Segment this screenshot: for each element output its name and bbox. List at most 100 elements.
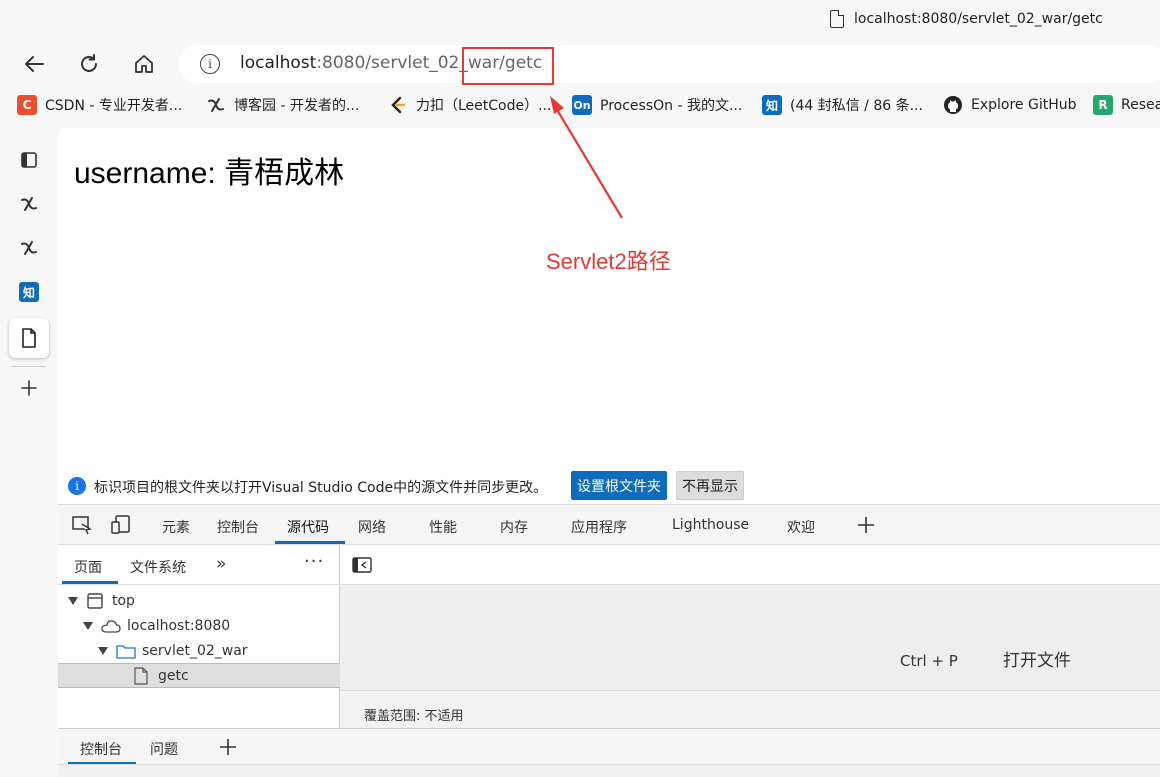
back-button[interactable] bbox=[16, 46, 52, 82]
tab-elements[interactable]: 元素 bbox=[162, 517, 190, 537]
tree-item-top[interactable]: top bbox=[58, 588, 340, 613]
devtools-panel: i 标识项目的根文件夹以打开Visual Studio Code中的源文件并同步… bbox=[58, 468, 1160, 777]
address-bar[interactable]: i localhost:8080/servlet_02_war/getc bbox=[178, 45, 1160, 83]
inspect-element-icon[interactable] bbox=[71, 515, 93, 535]
tab-lighthouse[interactable]: Lighthouse bbox=[672, 517, 749, 533]
toggle-navigator-icon[interactable] bbox=[352, 557, 372, 573]
bookmark-label: 力扣（LeetCode）... bbox=[416, 98, 552, 114]
bookmark-label: CSDN - 专业开发者... bbox=[45, 98, 183, 114]
tab-performance[interactable]: 性能 bbox=[429, 517, 457, 537]
active-tab-indicator bbox=[275, 541, 345, 544]
bookmark-github[interactable]: Explore GitHub bbox=[943, 95, 1077, 115]
sidebar-tab-cnblogs-1[interactable] bbox=[9, 184, 49, 224]
bookmark-cnblogs[interactable]: 博客园 - 开发者的... bbox=[206, 95, 359, 115]
vertical-tab-sidebar: 知 bbox=[0, 128, 58, 777]
tab-sources[interactable]: 源代码 bbox=[287, 517, 329, 537]
home-button[interactable] bbox=[126, 46, 162, 82]
expand-triangle-icon[interactable] bbox=[98, 646, 108, 655]
tree-label: getc bbox=[158, 667, 189, 684]
csdn-icon: C bbox=[17, 95, 37, 115]
site-info-icon[interactable]: i bbox=[200, 54, 220, 74]
page-text: username: 青梧成林 bbox=[74, 157, 345, 190]
url-tooltip: localhost:8080/servlet_02_war/getc bbox=[830, 10, 1103, 28]
cnblogs-icon bbox=[21, 241, 37, 255]
document-icon bbox=[22, 328, 36, 348]
bookmark-leetcode[interactable]: 力扣（LeetCode）... bbox=[388, 95, 551, 115]
more-options-icon[interactable]: ··· bbox=[304, 551, 324, 572]
home-icon bbox=[135, 55, 153, 73]
tab-filesystem[interactable]: 文件系统 bbox=[130, 557, 186, 577]
refresh-icon bbox=[81, 54, 97, 72]
tab-application[interactable]: 应用程序 bbox=[571, 517, 627, 537]
annotation-arrow bbox=[550, 96, 623, 219]
tab-actions-button[interactable] bbox=[9, 140, 49, 180]
sidebar-tab-active[interactable] bbox=[9, 318, 49, 358]
new-tab-button[interactable] bbox=[9, 368, 49, 408]
zhihu-icon: 知 bbox=[762, 95, 782, 115]
device-emulation-icon[interactable] bbox=[110, 515, 132, 535]
console-toolbar bbox=[58, 764, 1160, 777]
tab-welcome[interactable]: 欢迎 bbox=[787, 517, 815, 537]
annotation-highlight-box bbox=[462, 47, 554, 85]
folder-icon bbox=[116, 644, 136, 659]
bookmark-label: Resea bbox=[1121, 97, 1160, 113]
bookmark-zhihu[interactable]: 知 (44 封私信 / 86 条... bbox=[762, 95, 923, 115]
github-icon bbox=[944, 96, 962, 114]
coverage-status: 覆盖范围: 不适用 bbox=[340, 690, 1160, 728]
add-drawer-tab-plus-icon[interactable] bbox=[218, 737, 238, 757]
zhihu-icon: 知 bbox=[19, 282, 39, 302]
coverage-text: 覆盖范围: 不适用 bbox=[364, 709, 464, 724]
expand-triangle-icon[interactable] bbox=[83, 621, 93, 630]
document-icon bbox=[830, 10, 844, 28]
bookmark-label: (44 封私信 / 86 条... bbox=[790, 98, 923, 114]
frame-icon bbox=[87, 592, 103, 609]
drawer-tab-issues[interactable]: 问题 bbox=[150, 739, 178, 759]
tab-network[interactable]: 网络 bbox=[358, 517, 386, 537]
tree-label: top bbox=[112, 592, 135, 609]
navigator-tabs: 页面 文件系统 » ··· bbox=[58, 545, 340, 585]
cnblogs-icon bbox=[21, 197, 37, 211]
bookmark-label: Explore GitHub bbox=[971, 97, 1077, 113]
annotation-text: Servlet2路径 bbox=[546, 249, 671, 274]
tree-item-folder[interactable]: servlet_02_war bbox=[58, 638, 340, 663]
researchgate-icon: R bbox=[1093, 95, 1113, 115]
title-bar: localhost:8080/servlet_02_war/getc bbox=[0, 0, 1160, 40]
tree-label: localhost:8080 bbox=[127, 617, 231, 634]
bookmark-csdn[interactable]: C CSDN - 专业开发者... bbox=[17, 95, 182, 115]
plus-icon bbox=[21, 380, 37, 396]
set-root-folder-button[interactable]: 设置根文件夹 bbox=[571, 471, 667, 500]
leetcode-icon bbox=[391, 96, 406, 114]
active-tab-indicator bbox=[62, 581, 118, 584]
browser-toolbar: i localhost:8080/servlet_02_war/getc bbox=[0, 40, 1160, 88]
refresh-button[interactable] bbox=[71, 46, 107, 82]
file-icon bbox=[134, 666, 148, 685]
tree-label: servlet_02_war bbox=[142, 642, 248, 659]
shortcut-hint: Ctrl + P bbox=[900, 652, 958, 670]
devtools-notice: i 标识项目的根文件夹以打开Visual Studio Code中的源文件并同步… bbox=[58, 468, 1160, 504]
sidebar-divider bbox=[12, 366, 46, 367]
tree-item-getc[interactable]: getc bbox=[58, 663, 340, 688]
more-tabs-chevron-icon[interactable]: » bbox=[216, 554, 226, 574]
sidebar-tab-cnblogs-2[interactable] bbox=[9, 228, 49, 268]
cnblogs-icon bbox=[208, 98, 224, 112]
info-icon: i bbox=[68, 477, 86, 495]
tab-memory[interactable]: 内存 bbox=[500, 517, 528, 537]
drawer-tab-console[interactable]: 控制台 bbox=[80, 739, 122, 759]
editor-toolbar bbox=[340, 545, 1160, 585]
add-tool-plus-icon[interactable] bbox=[856, 515, 876, 535]
dont-show-again-button[interactable]: 不再显示 bbox=[676, 471, 744, 500]
notice-text: 标识项目的根文件夹以打开Visual Studio Code中的源文件并同步更改… bbox=[94, 480, 548, 496]
tab-console[interactable]: 控制台 bbox=[217, 517, 259, 537]
tab-page[interactable]: 页面 bbox=[74, 557, 102, 577]
sources-navigator: 页面 文件系统 » ··· top localhost:8080 servlet… bbox=[58, 545, 340, 728]
expand-triangle-icon[interactable] bbox=[68, 596, 78, 605]
bookmark-research[interactable]: R Resea bbox=[1093, 95, 1160, 115]
url-tooltip-text: localhost:8080/servlet_02_war/getc bbox=[854, 11, 1103, 27]
sidebar-tab-zhihu[interactable]: 知 bbox=[9, 272, 49, 312]
open-file-hint: 打开文件 bbox=[1003, 651, 1071, 671]
devtools-tabs: 元素 控制台 源代码 网络 性能 内存 应用程序 Lighthouse 欢迎 bbox=[58, 504, 1160, 545]
back-arrow-icon bbox=[25, 56, 44, 72]
drawer-tabs: 控制台 问题 bbox=[58, 728, 1160, 765]
tree-item-localhost[interactable]: localhost:8080 bbox=[58, 613, 340, 638]
bookmark-label: 博客园 - 开发者的... bbox=[234, 98, 360, 114]
